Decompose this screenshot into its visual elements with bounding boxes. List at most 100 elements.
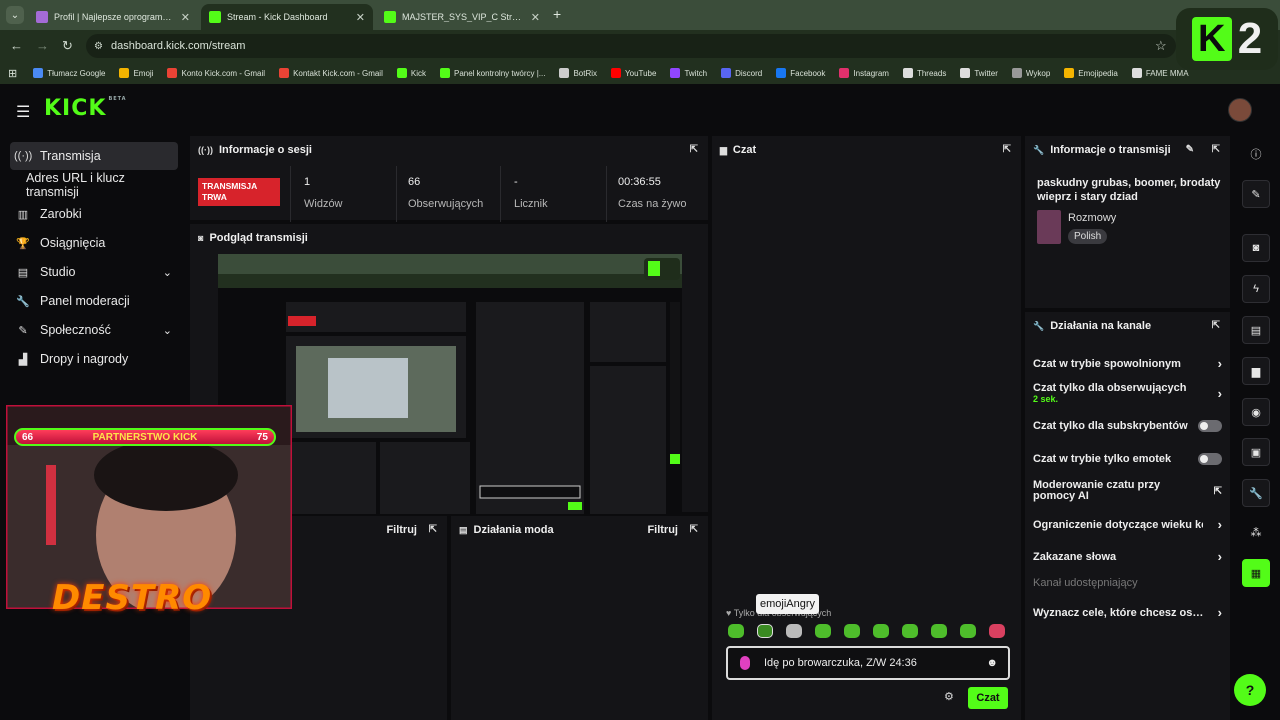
share-icon[interactable]: ⁂ [1242, 518, 1270, 546]
sidebar-item-transmisja[interactable]: ((·)) Transmisja [10, 142, 178, 170]
avatar[interactable] [1228, 98, 1252, 122]
bookmark-item[interactable]: Facebook [776, 68, 825, 78]
emote-icon[interactable] [728, 624, 744, 638]
bookmark-item[interactable]: Twitter [960, 68, 998, 78]
panel-title: Podgląd transmisji [209, 232, 308, 244]
panel-header: 🔧 Informacje o transmisji ✎ ⇱ [1025, 136, 1230, 164]
wrench-icon[interactable]: 🔧 [1242, 479, 1270, 507]
bookmark-item[interactable]: Kontakt Kick.com - Gmail [279, 68, 383, 78]
browser-tab[interactable]: Profil | Najlepsze oprogramowanie do ✕ [28, 4, 198, 30]
menu-hamburger-icon[interactable]: ☰ [16, 102, 30, 122]
lightning-icon[interactable]: ϟ [1242, 275, 1270, 303]
emoji-picker-icon[interactable]: ☻ [986, 657, 998, 669]
tab-search-button[interactable]: ⌄ [6, 6, 24, 24]
pencil-icon[interactable]: ✎ [1242, 180, 1270, 208]
chat-input[interactable]: Idę po browarczuka, Z/W 24:36 ☻ [726, 646, 1010, 680]
emote-icon[interactable] [960, 624, 976, 638]
streamer-name-logo: DESTRO [52, 578, 213, 618]
help-button[interactable]: ? [1234, 674, 1266, 706]
pencil-icon[interactable]: ✎ [1186, 144, 1194, 155]
close-icon[interactable]: ✕ [531, 11, 540, 24]
popout-icon[interactable]: ⇱ [1003, 144, 1011, 155]
goals-row[interactable]: Wyznacz cele, które chcesz osiągnąć › [1033, 605, 1222, 620]
address-bar[interactable]: ⚙ dashboard.kick.com/stream [86, 34, 1176, 58]
popout-icon[interactable]: ⇱ [1212, 144, 1220, 155]
emote-icon[interactable] [786, 624, 802, 638]
bookmark-item[interactable]: Threads [902, 68, 946, 78]
info-icon[interactable]: ⓘ [1242, 140, 1270, 168]
site-info-icon[interactable]: ⚙ [94, 41, 103, 52]
broadcast-icon[interactable]: ◉ [1242, 398, 1270, 426]
divider [290, 166, 291, 222]
emote-icon[interactable] [902, 624, 918, 638]
bookmark-item[interactable]: Panel kontrolny twórcy |... [440, 68, 545, 78]
account-age-row[interactable]: Ograniczenie dotyczące wieku konta › [1033, 517, 1222, 532]
tab-title: Stream - Kick Dashboard [227, 12, 328, 22]
sidebar-item-drops[interactable]: ▟ Dropy i nagrody [10, 345, 178, 373]
forward-icon[interactable]: → [36, 38, 49, 53]
emote-angry-icon[interactable] [757, 624, 773, 638]
browser-tab-active[interactable]: Stream - Kick Dashboard ✕ [201, 4, 373, 30]
popout-icon[interactable]: ⇱ [429, 524, 437, 535]
new-tab-button[interactable]: + [553, 6, 561, 22]
chevron-down-icon: ⌄ [162, 266, 172, 279]
row-label: Kanał udostępniający [1033, 577, 1138, 589]
sidebar-item-zarobki[interactable]: ▥ Zarobki [10, 200, 178, 228]
close-icon[interactable]: ✕ [181, 11, 190, 24]
chat-icon[interactable]: ▆ [1242, 357, 1270, 385]
emote-icon[interactable] [815, 624, 831, 638]
emote-icon[interactable] [989, 624, 1005, 638]
popout-icon[interactable]: ⇱ [690, 144, 698, 155]
chat-send-button[interactable]: Czat [968, 687, 1008, 709]
bookmark-item[interactable]: Emoji [119, 68, 153, 78]
emote-icon[interactable] [931, 624, 947, 638]
subs-only-toggle[interactable] [1198, 420, 1222, 432]
filter-button[interactable]: Filtruj [647, 524, 678, 536]
bookmark-item[interactable]: YouTube [611, 68, 656, 78]
popout-icon[interactable]: ⇱ [690, 524, 698, 535]
apps-grid-icon[interactable]: ⊞ [8, 67, 17, 80]
filter-button[interactable]: Filtruj [386, 524, 417, 536]
kick-app-icon[interactable]: ▦ [1242, 559, 1270, 587]
back-icon[interactable]: ← [10, 38, 23, 53]
emote-icon[interactable] [873, 624, 889, 638]
bookmark-item[interactable]: FAME MMA [1131, 68, 1189, 78]
popout-icon[interactable]: ⇱ [1212, 320, 1220, 331]
bookmark-label: Emoji [133, 68, 154, 78]
kick-logo[interactable]: KICK BETA [44, 96, 127, 121]
bookmark-item[interactable]: Discord [721, 68, 762, 78]
row-label: Ograniczenie dotyczące wieku konta [1033, 518, 1203, 531]
sidebar-item-label: Studio [40, 265, 76, 279]
bookmark-item[interactable]: Emojipedia [1064, 68, 1118, 78]
ai-moderation-row[interactable]: Moderowanie czatu przy pomocy AI ⇱ [1033, 480, 1222, 502]
bookmark-item[interactable]: Konto Kick.com - Gmail [167, 68, 265, 78]
emotes-only-toggle[interactable] [1198, 453, 1222, 465]
layout-icon[interactable]: ▣ [1242, 438, 1270, 466]
close-icon[interactable]: ✕ [356, 11, 365, 24]
sidebar-item-osiagniecia[interactable]: 🏆 Osiągnięcia [10, 229, 178, 257]
browser-toolbar: ← → ↻ ⚙ dashboard.kick.com/stream ☆ [0, 30, 1280, 62]
emote-icon[interactable] [844, 624, 860, 638]
gear-icon[interactable]: ⚙ [944, 690, 954, 703]
bookmark-star-icon[interactable]: ☆ [1155, 38, 1167, 54]
banned-words-row[interactable]: Zakazane słowa › [1033, 549, 1222, 564]
camera-icon[interactable]: ◙ [1242, 234, 1270, 262]
microphone-icon[interactable] [740, 656, 750, 670]
bookmark-item[interactable]: Wykop [1011, 68, 1050, 78]
sidebar-item-community[interactable]: ✎ Społeczność ⌄ [10, 316, 178, 344]
bookmark-item[interactable]: Instagram [839, 68, 889, 78]
sidebar-item-stream-key[interactable]: Adres URL i klucz transmisji [10, 171, 178, 199]
followers-only-row[interactable]: Czat tylko dla obserwujących 2 sek. › [1033, 382, 1222, 404]
reload-icon[interactable]: ↻ [62, 38, 73, 54]
wrench-icon: 🔧 [1033, 320, 1045, 331]
bookmark-item[interactable]: Twitch [670, 68, 707, 78]
browser-tab[interactable]: MAJSTER_SYS_VIP_C Stream - Watch ✕ [376, 4, 548, 30]
studio-icon: ▤ [17, 266, 29, 279]
bookmark-item[interactable]: BotRix [559, 68, 597, 78]
sidebar-item-studio[interactable]: ▤ Studio ⌄ [10, 258, 178, 286]
bookmark-item[interactable]: Kick [396, 68, 426, 78]
slow-mode-row[interactable]: Czat w trybie spowolnionym › [1033, 356, 1222, 371]
document-icon[interactable]: ▤ [1242, 316, 1270, 344]
sidebar-item-moderation[interactable]: 🔧 Panel moderacji [10, 287, 178, 315]
bookmark-item[interactable]: Tłumacz Google [33, 68, 105, 78]
